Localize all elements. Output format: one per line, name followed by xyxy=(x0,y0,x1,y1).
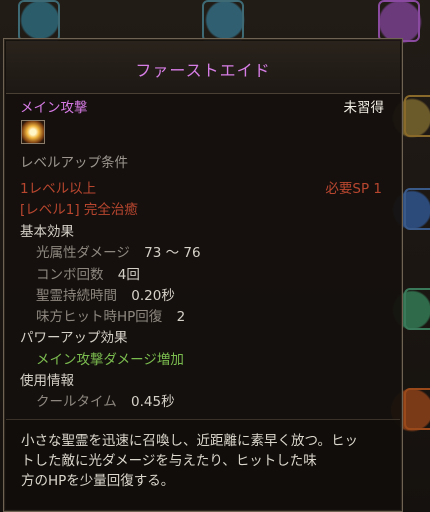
stat-row: 光属性ダメージ 73 ～ 76 xyxy=(36,241,201,261)
requirements-header: レベルアップ条件 xyxy=(20,155,128,171)
usage-header: 使用情報 xyxy=(20,373,74,389)
skill-node[interactable] xyxy=(202,0,244,42)
stat-value: 73 ～ 76 xyxy=(144,245,201,261)
skill-node[interactable] xyxy=(404,95,430,137)
stat-row: 聖霊持続時間 0.20秒 xyxy=(36,284,175,304)
required-skill: [レベル1] 完全治癒 xyxy=(20,202,138,218)
stat-row: コンボ回数 4回 xyxy=(36,263,140,283)
description-box: 小さな聖霊を迅速に召喚し、近距離に素早く放つ。ヒッ トした敵に光ダメージを与えた… xyxy=(6,419,400,509)
powerup-header: パワーアップ効果 xyxy=(20,330,128,346)
cooldown-value: 0.45秒 xyxy=(131,394,175,410)
cooldown-row: クールタイム 0.45秒 xyxy=(36,390,175,410)
skill-tooltip: ファーストエイド メイン攻撃 未習得 レベルアップ条件 1レベル以上 必要SP … xyxy=(3,38,403,512)
required-sp: 必要SP 1 xyxy=(325,181,382,197)
stat-label: 味方ヒット時HP回復 xyxy=(36,309,163,325)
stat-value: 0.20秒 xyxy=(131,288,175,304)
skill-node[interactable] xyxy=(404,188,430,230)
description-line: 小さな聖霊を迅速に召喚し、近距離に素早く放つ。ヒッ xyxy=(21,433,358,449)
skill-node[interactable] xyxy=(378,0,420,42)
skill-node[interactable] xyxy=(404,388,430,430)
stat-value: 2 xyxy=(176,309,186,325)
first-aid-skill-icon xyxy=(21,120,45,144)
stat-label: 聖霊持続時間 xyxy=(36,288,117,304)
cooldown-label: クールタイム xyxy=(36,394,117,410)
stat-label: コンボ回数 xyxy=(36,267,104,283)
learn-status: 未習得 xyxy=(343,100,385,116)
stat-row: 味方ヒット時HP回復 2 xyxy=(36,305,185,325)
skill-node[interactable] xyxy=(18,0,60,42)
required-level: 1レベル以上 xyxy=(20,181,97,197)
basic-effect-header: 基本効果 xyxy=(20,224,74,240)
description-line: トした敵に光ダメージを与えたり、ヒットした味 xyxy=(21,453,317,469)
skill-description: 小さな聖霊を迅速に召喚し、近距離に素早く放つ。ヒッ トした敵に光ダメージを与えた… xyxy=(21,431,386,491)
skill-title: ファーストエイド xyxy=(135,61,271,80)
skill-category: メイン攻撃 xyxy=(20,100,88,116)
description-line: 方のHPを少量回復する。 xyxy=(21,473,175,489)
stat-value: 4回 xyxy=(117,267,140,283)
powerup-effect: メイン攻撃ダメージ増加 xyxy=(36,352,184,368)
skill-node[interactable] xyxy=(404,288,430,330)
stat-label: 光属性ダメージ xyxy=(36,245,130,261)
tooltip-header: ファーストエイド xyxy=(6,41,400,94)
